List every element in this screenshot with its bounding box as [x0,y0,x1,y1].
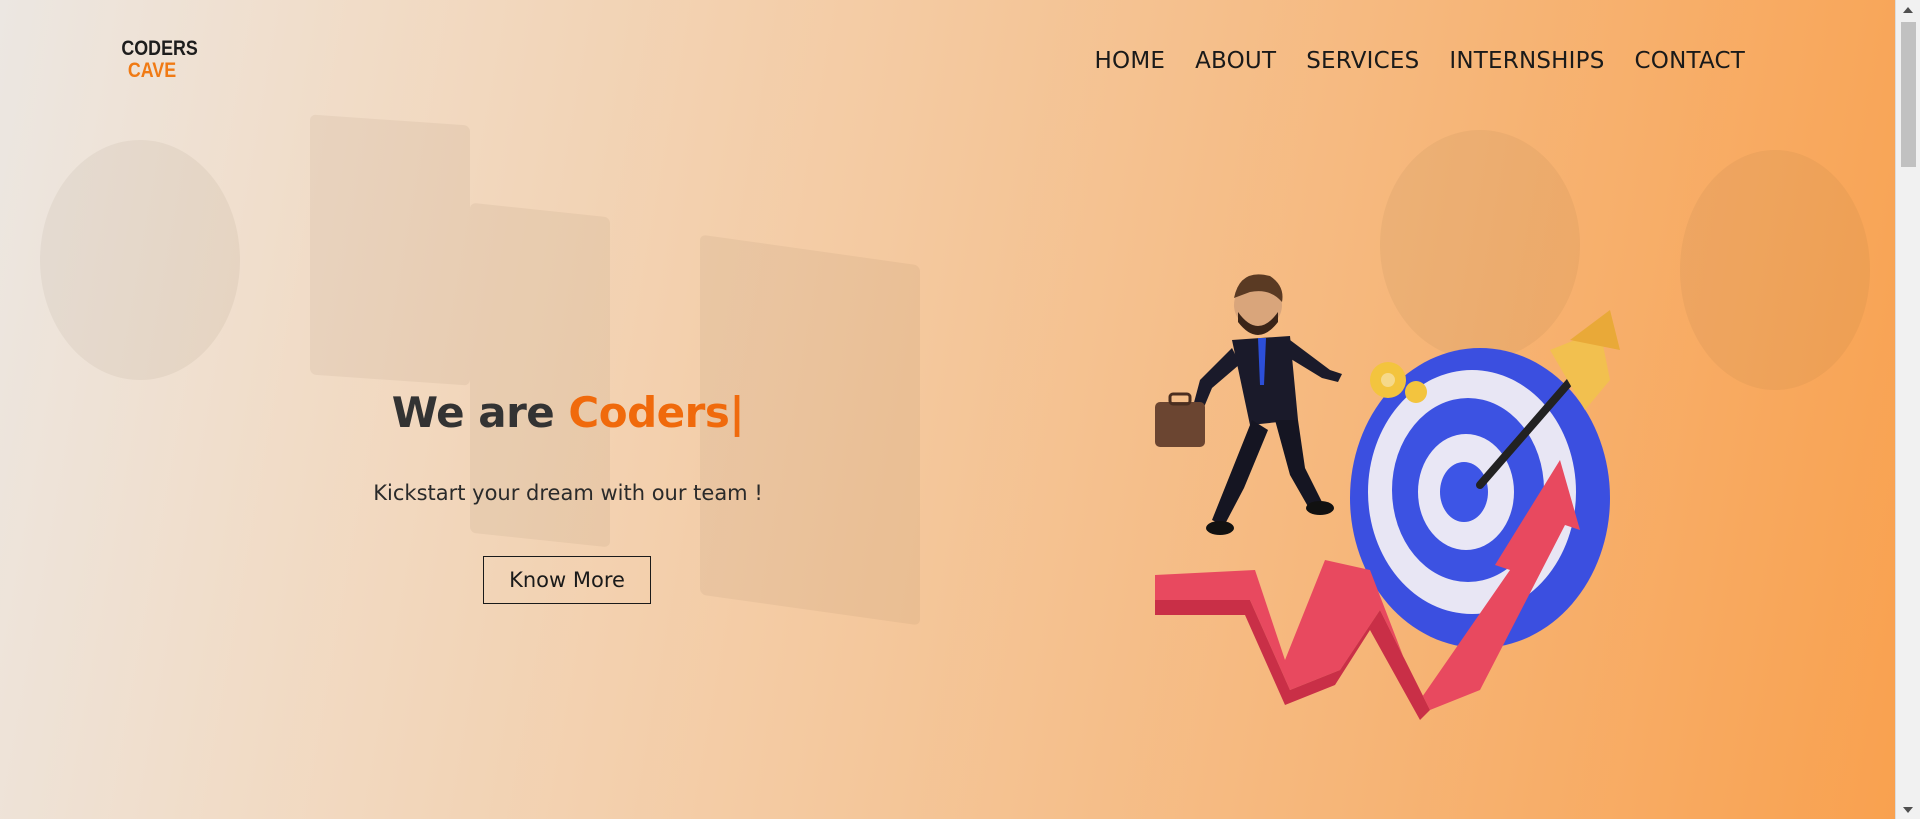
headline-prefix: We are [391,388,569,437]
logo[interactable]: CODERS CAVE [116,37,198,82]
background-person-shape [40,140,240,380]
background-person-shape [1680,150,1870,390]
vertical-scrollbar[interactable] [1895,0,1920,819]
nav-about[interactable]: ABOUT [1195,48,1276,74]
gear-icon [1405,381,1427,403]
target-bullseye [1440,462,1488,522]
scroll-down-arrow-icon[interactable] [1903,807,1913,813]
logo-line-2: CAVE [127,59,177,82]
nav-contact[interactable]: CONTACT [1635,48,1745,74]
briefcase-icon [1155,402,1205,447]
main-nav: HOME ABOUT SERVICES INTERNSHIPS CONTACT [1095,48,1745,74]
businessman-target-growth-illustration [1155,274,1620,720]
hero-subtitle: Kickstart your dream with our team ! [373,481,763,505]
logo-line-1: CODERS [121,37,198,60]
typing-caret: | [729,388,745,437]
scroll-up-arrow-icon[interactable] [1903,7,1913,13]
nav-services[interactable]: SERVICES [1306,48,1419,74]
scroll-thumb[interactable] [1901,22,1916,167]
know-more-button[interactable]: Know More [483,556,651,604]
background-monitor-shape [310,114,470,386]
nav-home[interactable]: HOME [1095,48,1166,74]
nav-internships[interactable]: INTERNSHIPS [1449,48,1604,74]
hero-section: CODERS CAVE HOME ABOUT SERVICES INTERNSH… [0,0,1895,819]
hero-headline: We are Coders| [300,388,836,437]
headline-accent: Coders [568,388,730,437]
